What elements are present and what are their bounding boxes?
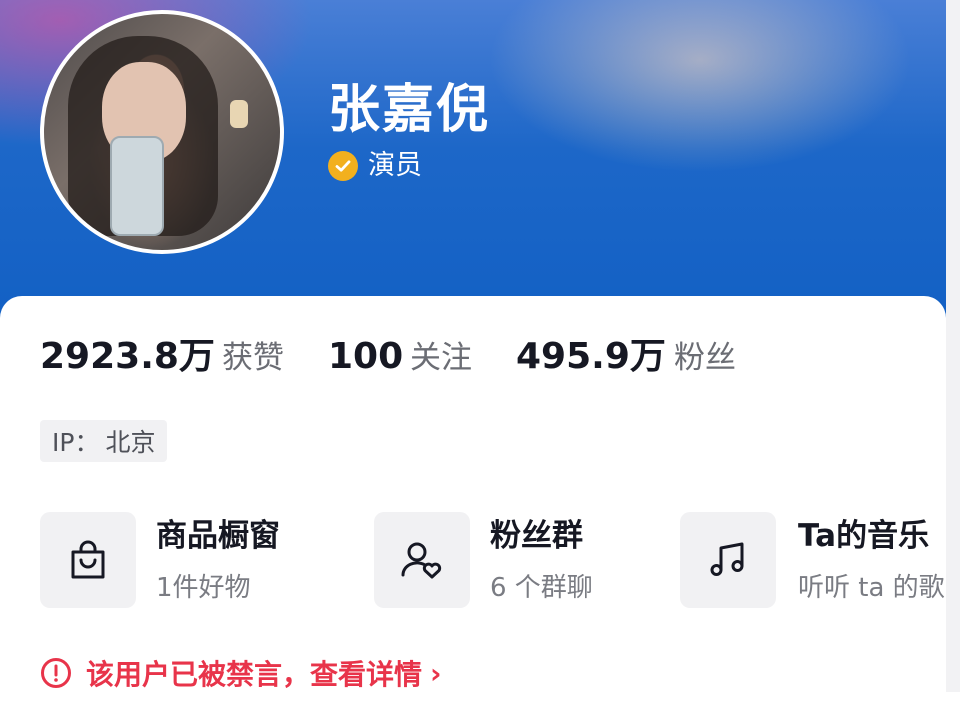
likes-label: 获赞 <box>222 340 284 376</box>
right-edge-strip <box>946 0 960 692</box>
avatar[interactable] <box>40 10 284 254</box>
music-note-icon <box>710 542 744 576</box>
shop-window-title[interactable]: 商品橱窗 <box>156 516 280 556</box>
profile-name: 张嘉倪 <box>328 80 491 140</box>
fan-group-title[interactable]: 粉丝群 <box>490 516 583 556</box>
music-tile[interactable] <box>680 512 776 608</box>
ip-value: 北京 <box>105 428 156 457</box>
profile-role: 演员 <box>368 150 422 181</box>
shop-window-tile[interactable] <box>40 512 136 608</box>
shop-window-subtitle: 1件好物 <box>156 573 251 603</box>
ban-notice-link[interactable]: 该用户已被禁言，查看详情 › <box>40 652 442 694</box>
fan-group-tile[interactable] <box>374 512 470 608</box>
followers-count[interactable]: 495.9万 <box>516 334 666 380</box>
likes-count: 2923.8万 <box>40 336 215 377</box>
chevron-right-icon: › <box>430 656 442 690</box>
fan-group-icon <box>401 542 442 579</box>
music-title[interactable]: Ta的音乐 <box>798 516 929 556</box>
ip-location-tag: IP： 北京 <box>40 420 168 462</box>
following-label[interactable]: 关注 <box>410 336 472 380</box>
verified-check-icon <box>328 151 358 181</box>
ban-notice-text[interactable]: 该用户已被禁言，查看详情 <box>86 653 422 693</box>
following-count[interactable]: 100 <box>328 334 403 380</box>
shopping-bag-icon <box>71 540 105 579</box>
music-subtitle: 听听 ta 的歌 <box>798 573 945 603</box>
alert-circle-icon <box>41 658 71 688</box>
followers-label[interactable]: 粉丝 <box>674 336 736 380</box>
fan-group-subtitle: 6 个群聊 <box>490 573 593 603</box>
ip-label: IP： <box>52 428 100 457</box>
